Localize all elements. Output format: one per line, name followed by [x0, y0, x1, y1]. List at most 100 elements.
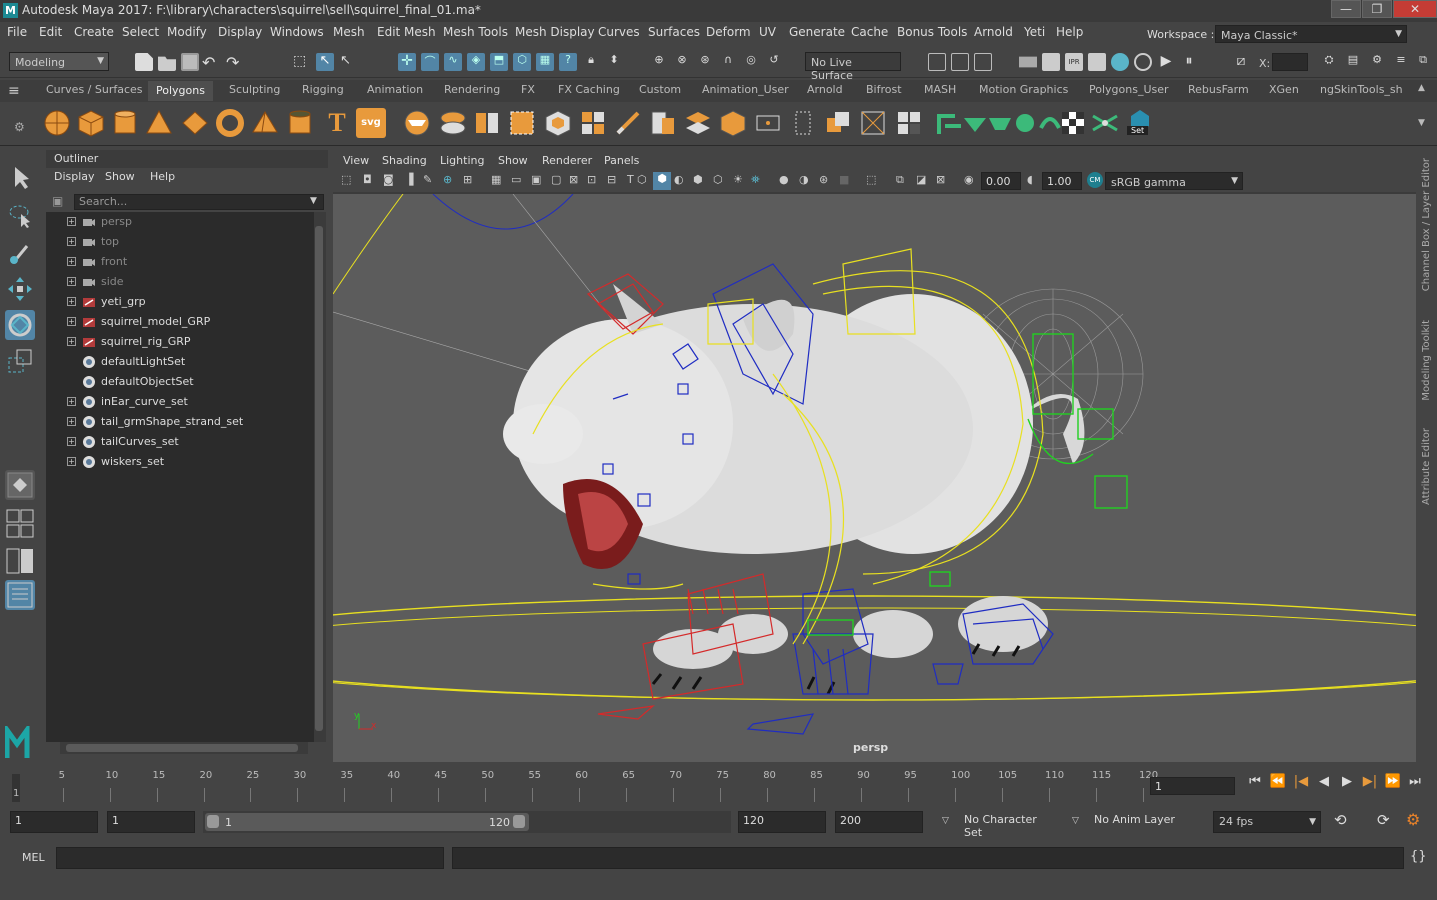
shelf-menu-icon[interactable]: ≡	[8, 83, 20, 99]
outliner-item-side[interactable]: + side	[46, 272, 314, 292]
svg-tool-icon[interactable]: svg	[356, 108, 386, 138]
select-hierarchy-icon[interactable]: ⬚	[293, 53, 311, 71]
input-ops-icon[interactable]: ⊕	[650, 53, 668, 71]
step-forward-key-icon[interactable]: ⏩	[1383, 774, 1403, 792]
menu-deform[interactable]: Deform	[706, 25, 751, 39]
textured-icon[interactable]: ⬢	[693, 173, 703, 186]
anim-layer-menu-icon[interactable]: ▽	[1072, 816, 1079, 826]
tab-attribute-editor[interactable]: Attribute Editor	[1421, 428, 1432, 505]
ambient-occlusion-icon[interactable]: ⛯	[751, 173, 760, 187]
menu-surfaces[interactable]: Surfaces	[648, 25, 700, 39]
menu-bonus-tools[interactable]: Bonus Tools	[897, 25, 967, 39]
playback-end-field[interactable]: 120	[738, 811, 826, 833]
xray-active-icon[interactable]: ◪	[916, 173, 926, 186]
menu-file[interactable]: File	[7, 25, 27, 39]
outliner-menu-display[interactable]: Display	[54, 170, 95, 183]
camera-select-icon[interactable]: ⬚	[341, 173, 351, 186]
multi-cut-icon[interactable]	[613, 108, 643, 138]
bridge-icon[interactable]	[578, 108, 608, 138]
grease-pencil-icon[interactable]: ✎	[423, 173, 432, 186]
poly-plane-icon[interactable]	[180, 108, 210, 138]
expand-icon[interactable]: +	[67, 437, 76, 446]
scene-view[interactable]: y x persp	[172, 193, 1437, 762]
render-view-icon[interactable]	[1134, 53, 1152, 71]
workspace-dropdown[interactable]: Maya Classic* ▼	[1215, 25, 1407, 43]
combine-icon[interactable]	[402, 108, 432, 138]
shelf-scroll-up-icon[interactable]: ▲	[1418, 83, 1425, 93]
render-region-icon[interactable]	[928, 53, 946, 71]
field-chart-icon[interactable]: ⊠	[569, 173, 578, 186]
tab-animation[interactable]: Animation	[367, 83, 423, 96]
snap-mesh-icon[interactable]: ⬡	[513, 53, 531, 71]
outliner-vscroll-thumb[interactable]	[315, 226, 323, 731]
anim-layer-field[interactable]: No Anim Layer	[1090, 811, 1190, 833]
reduce-icon[interactable]	[858, 108, 888, 138]
channel-box-icon[interactable]: ≡	[1392, 53, 1410, 71]
film-gate-icon[interactable]: ▭	[511, 173, 521, 186]
cleanup-icon[interactable]	[894, 108, 924, 138]
exposure-field[interactable]: 0.00	[981, 172, 1021, 190]
animation-start-field[interactable]: 1	[10, 811, 98, 833]
render-settings-icon[interactable]	[1019, 56, 1037, 68]
isolate-select-icon[interactable]: ■	[839, 173, 849, 186]
target-weld-icon[interactable]	[718, 108, 748, 138]
squirrel-model[interactable]	[503, 284, 1085, 695]
tab-xgen[interactable]: XGen	[1269, 83, 1299, 96]
separate-icon[interactable]	[438, 108, 468, 138]
snap-point-icon[interactable]: ∿	[444, 53, 462, 71]
gamma-icon[interactable]: ◖	[1027, 173, 1033, 186]
tab-motion-graphics[interactable]: Motion Graphics	[979, 83, 1068, 96]
color-management-icon[interactable]: CM	[1087, 172, 1103, 188]
poly-cylinder-icon[interactable]	[110, 108, 140, 138]
select-object-icon[interactable]: ↖	[316, 53, 334, 71]
command-language-label[interactable]: MEL	[22, 851, 45, 864]
outliner-search-input[interactable]: Search...	[74, 194, 324, 210]
select-tool-icon[interactable]	[5, 162, 35, 192]
select-component-icon[interactable]: ↖	[340, 53, 358, 71]
outliner-hscrollbar[interactable]	[60, 742, 308, 754]
tab-modeling-toolkit[interactable]: Modeling Toolkit	[1421, 320, 1432, 401]
mirror-icon[interactable]	[507, 108, 537, 138]
menu-display[interactable]: Display	[218, 25, 262, 39]
rotate-tool-icon[interactable]	[5, 310, 35, 340]
toolkit-icon[interactable]: ⛭	[1320, 53, 1338, 71]
grid-toggle-icon[interactable]: ⊞	[463, 173, 472, 186]
tab-curves-surfaces[interactable]: Curves / Surfaces	[46, 83, 143, 96]
poly-torus-icon[interactable]	[215, 108, 245, 138]
safe-title-icon[interactable]: ⊟	[607, 173, 616, 186]
outliner-item-defaultlightset[interactable]: defaultLightSet	[46, 352, 314, 372]
new-scene-icon[interactable]	[135, 53, 153, 71]
gate-mask-icon[interactable]: ▢	[551, 173, 561, 186]
animation-end-field[interactable]: 200	[835, 811, 923, 833]
x-coordinate-field[interactable]	[1272, 53, 1308, 71]
play-render-icon[interactable]: ▶	[1157, 53, 1175, 71]
outliner-item-tail-grmshape-strand-set[interactable]: + tail_grmShape_strand_set	[46, 412, 314, 432]
outliner-item-yeti-grp[interactable]: + yeti_grp	[46, 292, 314, 312]
hypershade-icon[interactable]	[1088, 53, 1106, 71]
expand-icon[interactable]: +	[67, 277, 76, 286]
magnet-icon[interactable]: ∩	[719, 53, 737, 71]
outliner-vscrollbar[interactable]	[314, 212, 326, 742]
outliner-item-defaultobjectset[interactable]: defaultObjectSet	[46, 372, 314, 392]
hud-icon[interactable]: T	[627, 173, 634, 186]
outliner-item-squirrel-model-grp[interactable]: + squirrel_model_GRP	[46, 312, 314, 332]
checker-icon[interactable]	[1058, 108, 1088, 138]
poly-cone-icon[interactable]	[144, 108, 174, 138]
loop-icon[interactable]: ⟲	[1334, 811, 1347, 829]
transform-icon[interactable]: ⧄	[1232, 53, 1250, 71]
step-back-key-icon[interactable]: ⏪	[1268, 774, 1288, 792]
auto-key-icon[interactable]: ⟳	[1377, 811, 1390, 829]
menu-arnold[interactable]: Arnold	[974, 25, 1013, 39]
animation-prefs-icon[interactable]: ⚙	[1406, 810, 1420, 829]
expand-icon[interactable]: +	[67, 397, 76, 406]
construction-history-icon[interactable]: ⊛	[696, 53, 714, 71]
command-input[interactable]	[56, 847, 444, 869]
menu-uv[interactable]: UV	[759, 25, 776, 39]
lasso-tool-icon[interactable]	[5, 200, 35, 230]
range-slider[interactable]: 1 120	[203, 811, 731, 833]
backface-icon[interactable]: ⊠	[936, 173, 945, 186]
minimize-button[interactable]: —	[1331, 0, 1361, 18]
close-button[interactable]: ✕	[1393, 0, 1437, 18]
shadows-icon[interactable]: ☀	[733, 173, 743, 186]
tab-arnold[interactable]: Arnold	[807, 83, 843, 96]
